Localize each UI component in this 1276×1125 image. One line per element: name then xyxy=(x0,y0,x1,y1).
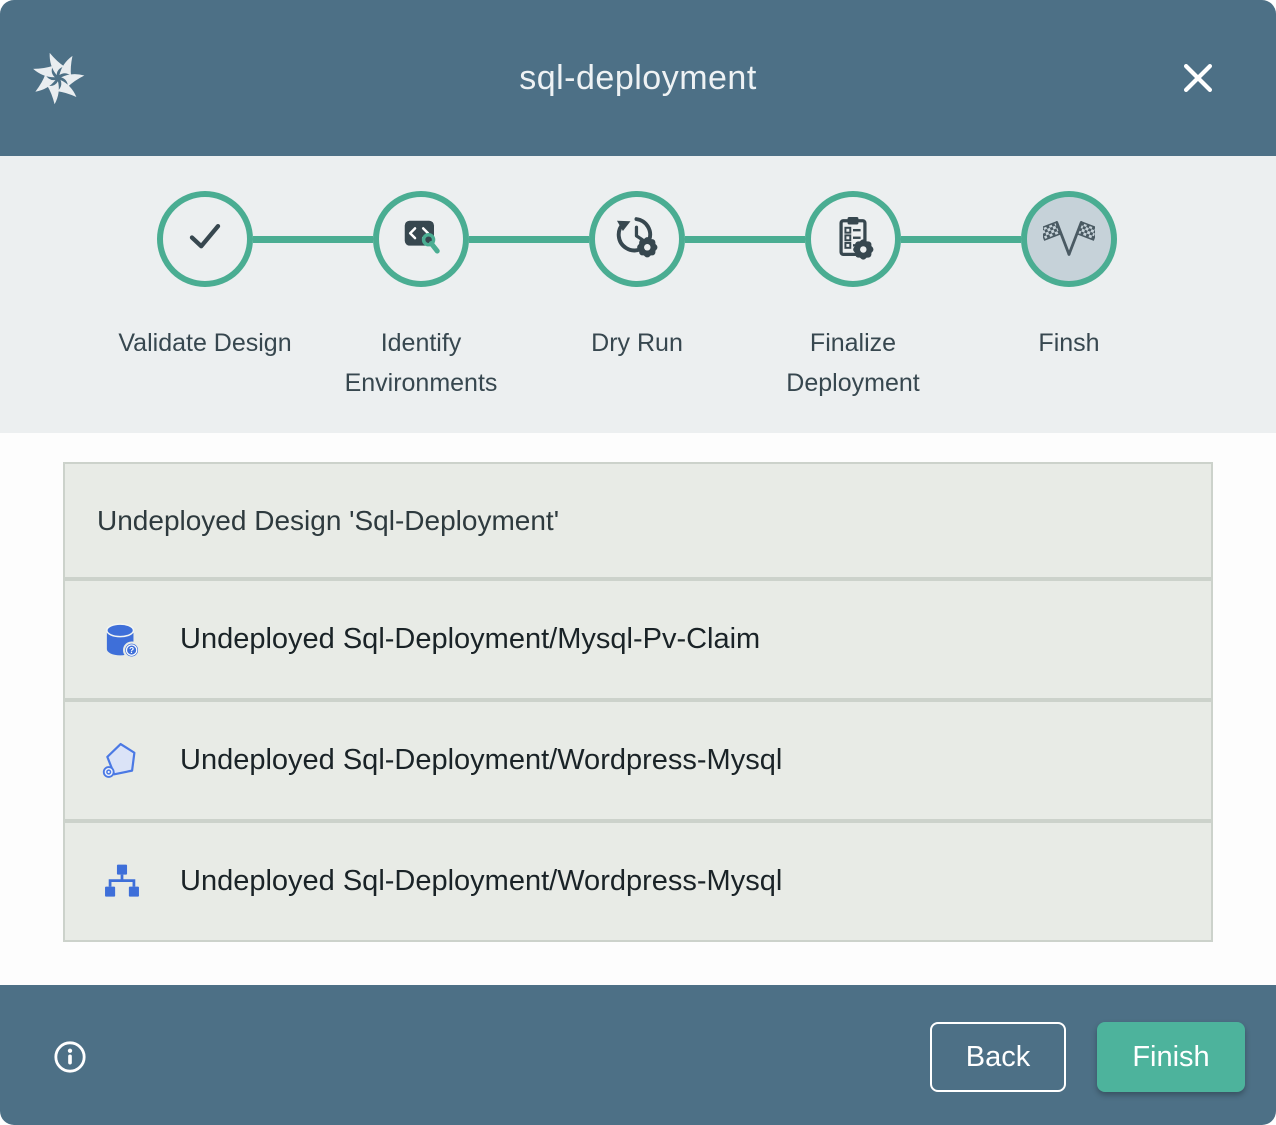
stepper-track xyxy=(157,191,1117,287)
deployment-log-panel: Undeployed Design 'Sql-Deployment' ? Und… xyxy=(0,433,1276,985)
back-button[interactable]: Back xyxy=(930,1022,1066,1092)
checkered-flags-icon xyxy=(1043,211,1095,268)
log-row-text: Undeployed Sql-Deployment/Mysql-Pv-Claim xyxy=(180,623,760,656)
modal-footer: Back Finish xyxy=(0,985,1276,1125)
log-row-wordpress-mysql-node: Undeployed Sql-Deployment/Wordpress-Mysq… xyxy=(65,698,1211,819)
step-finalize-deployment[interactable] xyxy=(805,191,901,287)
database-icon: ? xyxy=(100,618,144,662)
step-label: Identify Environments xyxy=(313,323,529,403)
wizard-stepper: Validate Design Identify Environments Dr… xyxy=(0,156,1276,433)
finish-button[interactable]: Finish xyxy=(1097,1022,1245,1092)
stepper-labels: Validate Design Identify Environments Dr… xyxy=(97,323,1177,403)
node-icon xyxy=(100,739,144,783)
step-validate-design[interactable] xyxy=(157,191,253,287)
step-label: Dry Run xyxy=(529,323,745,403)
step-label: Validate Design xyxy=(97,323,313,403)
step-label: Finsh xyxy=(961,323,1177,403)
deployment-wizard-modal: sql-deployment xyxy=(0,0,1276,1125)
svg-text:?: ? xyxy=(129,646,134,655)
step-dry-run[interactable] xyxy=(589,191,685,287)
log-row-text: Undeployed Sql-Deployment/Wordpress-Mysq… xyxy=(180,865,782,898)
code-window-wrench-icon xyxy=(395,211,447,268)
topology-icon xyxy=(100,860,144,904)
step-connector xyxy=(901,236,1021,243)
step-connector xyxy=(469,236,589,243)
log-row-wordpress-mysql-topology: Undeployed Sql-Deployment/Wordpress-Mysq… xyxy=(65,819,1211,940)
step-connector xyxy=(253,236,373,243)
log-row-mysql-pv-claim: ? Undeployed Sql-Deployment/Mysql-Pv-Cla… xyxy=(65,577,1211,698)
close-icon[interactable] xyxy=(1176,56,1220,100)
deployment-log-card: Undeployed Design 'Sql-Deployment' ? Und… xyxy=(63,462,1213,942)
step-identify-environments[interactable] xyxy=(373,191,469,287)
clipboard-gear-icon xyxy=(827,211,879,268)
check-icon xyxy=(179,211,231,268)
modal-header: sql-deployment xyxy=(0,0,1276,156)
history-gear-icon xyxy=(611,211,663,268)
log-row-text: Undeployed Sql-Deployment/Wordpress-Mysq… xyxy=(180,744,782,777)
page-title: sql-deployment xyxy=(0,0,1276,156)
deployment-log-title: Undeployed Design 'Sql-Deployment' xyxy=(65,464,1211,577)
info-icon[interactable] xyxy=(50,1037,90,1077)
step-label: Finalize Deployment xyxy=(745,323,961,403)
step-finish[interactable] xyxy=(1021,191,1117,287)
step-connector xyxy=(685,236,805,243)
